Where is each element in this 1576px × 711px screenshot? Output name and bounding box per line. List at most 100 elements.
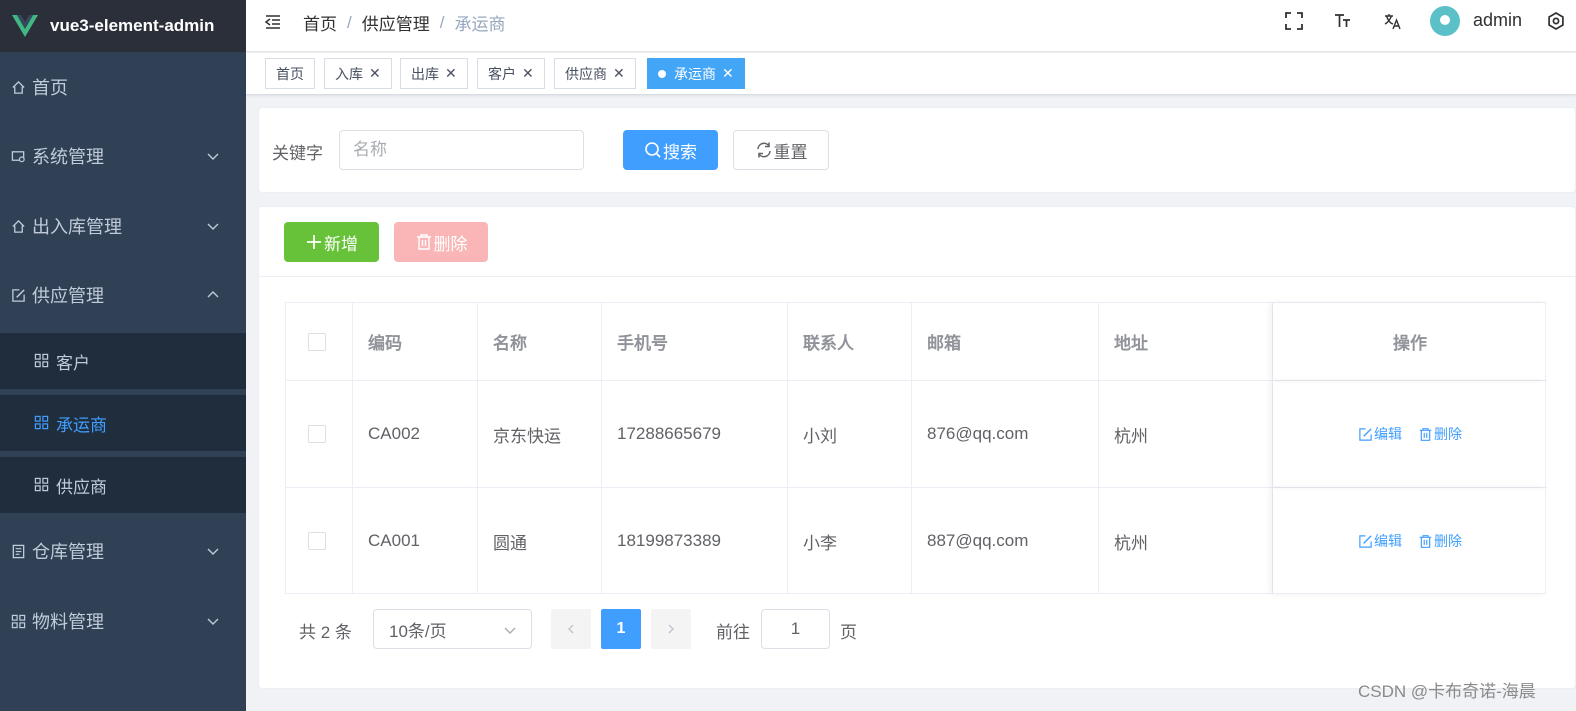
settings-icon[interactable] <box>1546 11 1566 31</box>
tag-carrier[interactable]: 承运商 ✕ <box>647 58 745 89</box>
edit-link[interactable]: 编辑 <box>1358 424 1402 444</box>
trash-icon <box>415 233 433 251</box>
close-icon[interactable]: ✕ <box>613 65 625 82</box>
breadcrumb-item[interactable]: 首页 <box>303 10 337 35</box>
row-select <box>286 488 353 594</box>
sidebar-item-material[interactable]: 物料管理 <box>0 593 246 649</box>
sidebar-item-system[interactable]: 系统管理 <box>0 128 246 184</box>
add-button[interactable]: 新增 <box>284 222 379 262</box>
search-icon <box>644 141 662 159</box>
tag-home[interactable]: 首页 <box>265 58 315 89</box>
close-icon[interactable]: ✕ <box>522 65 534 82</box>
delete-link[interactable]: 删除 <box>1418 531 1462 551</box>
delete-link[interactable]: 删除 <box>1418 424 1462 444</box>
fullscreen-icon[interactable] <box>1284 11 1304 31</box>
home-icon <box>10 218 26 234</box>
cell-address: 杭州 <box>1099 381 1273 487</box>
tag-inbound[interactable]: 入库 ✕ <box>324 58 392 89</box>
tags-view: 首页 入库 ✕ 出库 ✕ 客户 ✕ 供应商 ✕ 承运商 ✕ <box>246 53 1576 95</box>
menu-fold-icon[interactable] <box>264 13 282 31</box>
cell-phone: 18199873389 <box>602 488 788 594</box>
grid-icon <box>34 415 50 431</box>
page-size-select[interactable]: 10条/页 <box>373 609 532 649</box>
sidebar-item-label: 物料管理 <box>32 612 104 632</box>
vue-logo-icon <box>12 15 38 37</box>
avatar[interactable] <box>1430 6 1460 36</box>
goto-page-input[interactable] <box>761 609 830 649</box>
select-all-checkbox[interactable] <box>308 332 326 351</box>
document-icon <box>10 543 26 559</box>
watermark: CSDN @卡布奇诺-海晨 <box>1358 682 1536 701</box>
page-size-value: 10条/页 <box>389 621 447 641</box>
tag-label: 入库 <box>335 65 363 82</box>
header-select-all <box>286 303 353 380</box>
goto-suffix: 页 <box>840 623 857 642</box>
sidebar-subitem-customer[interactable]: 客户 <box>0 333 246 389</box>
chevron-down-icon <box>207 153 219 160</box>
cell-name: 京东快运 <box>478 381 602 487</box>
active-dot <box>658 69 666 78</box>
sidebar-item-label: 仓库管理 <box>32 542 104 562</box>
edit-label: 编辑 <box>1374 426 1402 442</box>
tag-label: 出库 <box>411 65 439 82</box>
search-button-label: 搜索 <box>663 142 697 162</box>
breadcrumb-item[interactable]: 供应管理 <box>362 10 430 35</box>
grid-icon <box>10 613 26 629</box>
font-size-icon[interactable] <box>1333 11 1353 31</box>
prev-page-button[interactable] <box>551 609 591 649</box>
header-cell: 邮箱 <box>912 303 1099 380</box>
tag-customer[interactable]: 客户 ✕ <box>477 58 545 89</box>
divider <box>259 276 1575 277</box>
delete-button[interactable]: 删除 <box>394 222 488 262</box>
tag-supplier[interactable]: 供应商 ✕ <box>554 58 636 89</box>
delete-button-label: 删除 <box>433 234 468 254</box>
row-select <box>286 381 353 487</box>
close-icon[interactable]: ✕ <box>722 65 734 82</box>
sidebar-item-home[interactable]: 首页 <box>0 59 246 115</box>
keyword-label: 关键字 <box>272 144 323 163</box>
cell-contact: 小李 <box>788 488 912 594</box>
close-icon[interactable]: ✕ <box>445 65 457 82</box>
sidebar-item-warehouse[interactable]: 仓库管理 <box>0 523 246 579</box>
sidebar-item-inout[interactable]: 出入库管理 <box>0 198 246 254</box>
cell-name: 圆通 <box>478 488 602 594</box>
username[interactable]: admin <box>1473 10 1522 31</box>
logo-bar[interactable]: vue3-element-admin <box>0 0 246 52</box>
header-cell: 手机号 <box>602 303 788 380</box>
sidebar-item-supply[interactable]: 供应管理 <box>0 267 246 323</box>
table-row: CA001 圆通 18199873389 小李 887@qq.com 杭州 编辑… <box>286 488 1547 594</box>
keyword-input[interactable] <box>339 130 584 170</box>
cell-actions: 编辑 删除 <box>1273 488 1547 594</box>
sidebar-subitem-label: 承运商 <box>56 415 107 435</box>
cell-code: CA002 <box>353 381 478 487</box>
tag-outbound[interactable]: 出库 ✕ <box>400 58 468 89</box>
plus-icon <box>305 233 323 251</box>
home-icon <box>10 79 26 95</box>
search-button[interactable]: 搜索 <box>623 130 718 170</box>
header-cell: 联系人 <box>788 303 912 380</box>
sidebar-subitem-carrier[interactable]: 承运商 <box>0 395 246 451</box>
cell-phone: 17288665679 <box>602 381 788 487</box>
header-cell: 名称 <box>478 303 602 380</box>
chevron-left-icon <box>568 624 574 634</box>
breadcrumb-current: 承运商 <box>454 15 506 34</box>
app-title: vue3-element-admin <box>50 16 215 35</box>
page-number-current[interactable]: 1 <box>601 609 641 649</box>
grid-icon <box>34 353 50 369</box>
header-cell: 操作 <box>1273 303 1547 380</box>
chevron-down-icon <box>207 548 219 555</box>
sidebar-item-label: 出入库管理 <box>32 217 122 237</box>
close-icon[interactable]: ✕ <box>369 65 381 82</box>
breadcrumb: 首页 / 供应管理 / 承运商 <box>303 10 505 35</box>
grid-icon <box>34 477 50 493</box>
next-page-button[interactable] <box>651 609 691 649</box>
row-checkbox[interactable] <box>308 425 326 443</box>
edit-link[interactable]: 编辑 <box>1358 531 1402 551</box>
pagination-total: 共 2 条 <box>299 623 352 642</box>
row-checkbox[interactable] <box>308 532 326 550</box>
edit-icon <box>10 287 26 303</box>
sidebar-subitem-supplier[interactable]: 供应商 <box>0 457 246 513</box>
chevron-up-icon <box>207 291 219 298</box>
language-icon[interactable] <box>1383 11 1403 31</box>
reset-button[interactable]: 重置 <box>733 130 829 170</box>
